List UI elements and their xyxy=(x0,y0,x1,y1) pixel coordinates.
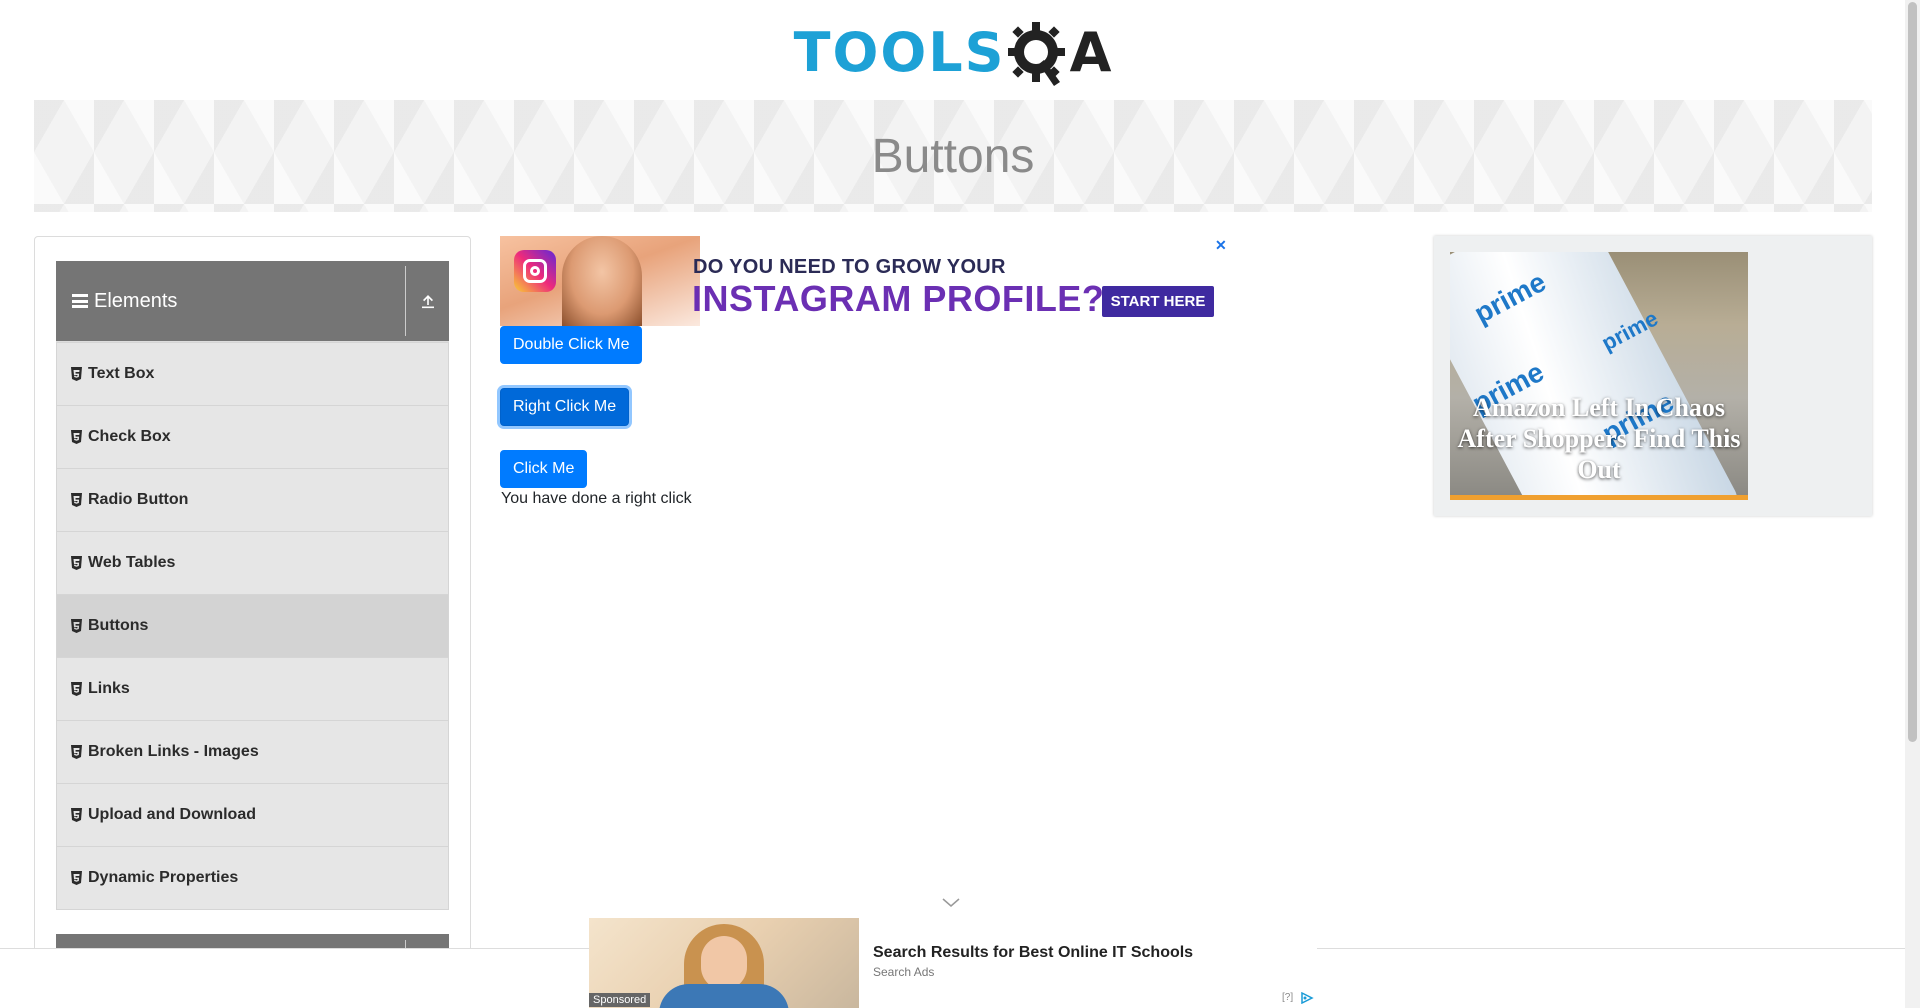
ad-bottom-sponsored[interactable]: Sponsored Search Results for Best Online… xyxy=(589,918,1317,1008)
collapse-up-icon xyxy=(421,295,434,309)
right-click-message: You have done a right click xyxy=(501,490,692,507)
sidebar-item-label: Broken Links - Images xyxy=(88,743,259,760)
gear-q-icon xyxy=(1007,22,1065,86)
html5-icon xyxy=(71,493,82,507)
toolsqa-logo[interactable]: TOOLS A xyxy=(793,16,1112,90)
adchoices-icon[interactable] xyxy=(1300,992,1314,1004)
ad-source: Search Ads xyxy=(873,965,935,979)
html5-icon xyxy=(71,619,82,633)
hamburger-icon xyxy=(72,294,88,308)
sidebar-item-label: Web Tables xyxy=(88,554,176,571)
logo-text-a: A xyxy=(1069,21,1112,84)
sidebar-item-label: Buttons xyxy=(88,617,149,634)
sidebar-item-buttons[interactable]: Buttons xyxy=(56,594,449,658)
sidebar-item-dynamic-properties[interactable]: Dynamic Properties xyxy=(56,846,449,910)
html5-icon xyxy=(71,367,82,381)
ad-image-face xyxy=(701,936,747,990)
html5-icon xyxy=(71,808,82,822)
ad-close-icon[interactable]: ✕ xyxy=(1215,237,1227,254)
ad-headline-2: INSTAGRAM PROFILE? xyxy=(692,278,1105,319)
page: TOOLS A Buttons Elements Text Box Check … xyxy=(0,0,1920,1008)
sidebar-item-broken-links[interactable]: Broken Links - Images xyxy=(56,720,449,784)
sidebar-item-label: Dynamic Properties xyxy=(88,869,239,886)
sidebar-menu: Text Box Check Box Radio Button Web Tabl… xyxy=(56,342,449,910)
sidebar-item-label: Check Box xyxy=(88,428,171,445)
html5-icon xyxy=(71,430,82,444)
ad-image-person xyxy=(562,236,642,326)
sidebar-group-label: Elements xyxy=(94,289,178,312)
adchoice-link[interactable]: [?] xyxy=(1282,992,1293,1003)
sidebar-item-label: Text Box xyxy=(88,365,155,382)
html5-icon xyxy=(71,871,82,885)
ad-banner-instagram[interactable]: DO YOU NEED TO GROW YOUR INSTAGRAM PROFI… xyxy=(500,236,1228,326)
page-banner: Buttons xyxy=(34,100,1872,212)
ad-headline-1: DO YOU NEED TO GROW YOUR xyxy=(693,256,1006,278)
instagram-icon xyxy=(514,250,556,292)
sidebar: Elements Text Box Check Box Radio Button… xyxy=(34,236,471,1008)
sidebar-group-title[interactable]: Elements xyxy=(56,290,405,313)
logo-text-tools: TOOLS xyxy=(793,21,1006,84)
sidebar-item-label: Links xyxy=(88,680,130,697)
sidebar-item-label: Upload and Download xyxy=(88,806,256,823)
collapse-toggle[interactable] xyxy=(406,293,449,309)
header: TOOLS A xyxy=(0,0,1905,100)
ad-headline: Amazon Left In Chaos After Shoppers Find… xyxy=(1457,393,1741,484)
ad-title[interactable]: Search Results for Best Online IT School… xyxy=(873,944,1193,962)
double-click-button[interactable]: Double Click Me xyxy=(500,326,643,364)
sidebar-item-check-box[interactable]: Check Box xyxy=(56,405,449,469)
sidebar-item-upload-download[interactable]: Upload and Download xyxy=(56,783,449,847)
sponsored-label: Sponsored xyxy=(589,993,651,1007)
page-scrollbar[interactable] xyxy=(1905,0,1920,1008)
click-me-button[interactable]: Click Me xyxy=(500,450,588,488)
scrollbar-thumb[interactable] xyxy=(1908,2,1917,742)
sidebar-item-text-box[interactable]: Text Box xyxy=(56,342,449,406)
sidebar-group-elements[interactable]: Elements xyxy=(56,261,449,342)
sidebar-item-web-tables[interactable]: Web Tables xyxy=(56,531,449,595)
sidebar-item-radio-button[interactable]: Radio Button xyxy=(56,468,449,532)
page-title: Buttons xyxy=(871,129,1035,183)
sidebar-item-label: Radio Button xyxy=(88,491,189,508)
ad-cta-button[interactable]: START HERE xyxy=(1102,286,1214,317)
html5-icon xyxy=(71,682,82,696)
html5-icon xyxy=(71,556,82,570)
sidebar-item-links[interactable]: Links xyxy=(56,657,449,721)
ad-image: prime prime prime prime Amazon Left In C… xyxy=(1450,252,1748,500)
right-click-button[interactable]: Right Click Me xyxy=(500,388,630,426)
chevron-down-icon[interactable] xyxy=(942,898,960,908)
ad-image-shirt xyxy=(659,984,789,1008)
html5-icon xyxy=(71,745,82,759)
ad-amazon[interactable]: prime prime prime prime Amazon Left In C… xyxy=(1434,236,1872,516)
